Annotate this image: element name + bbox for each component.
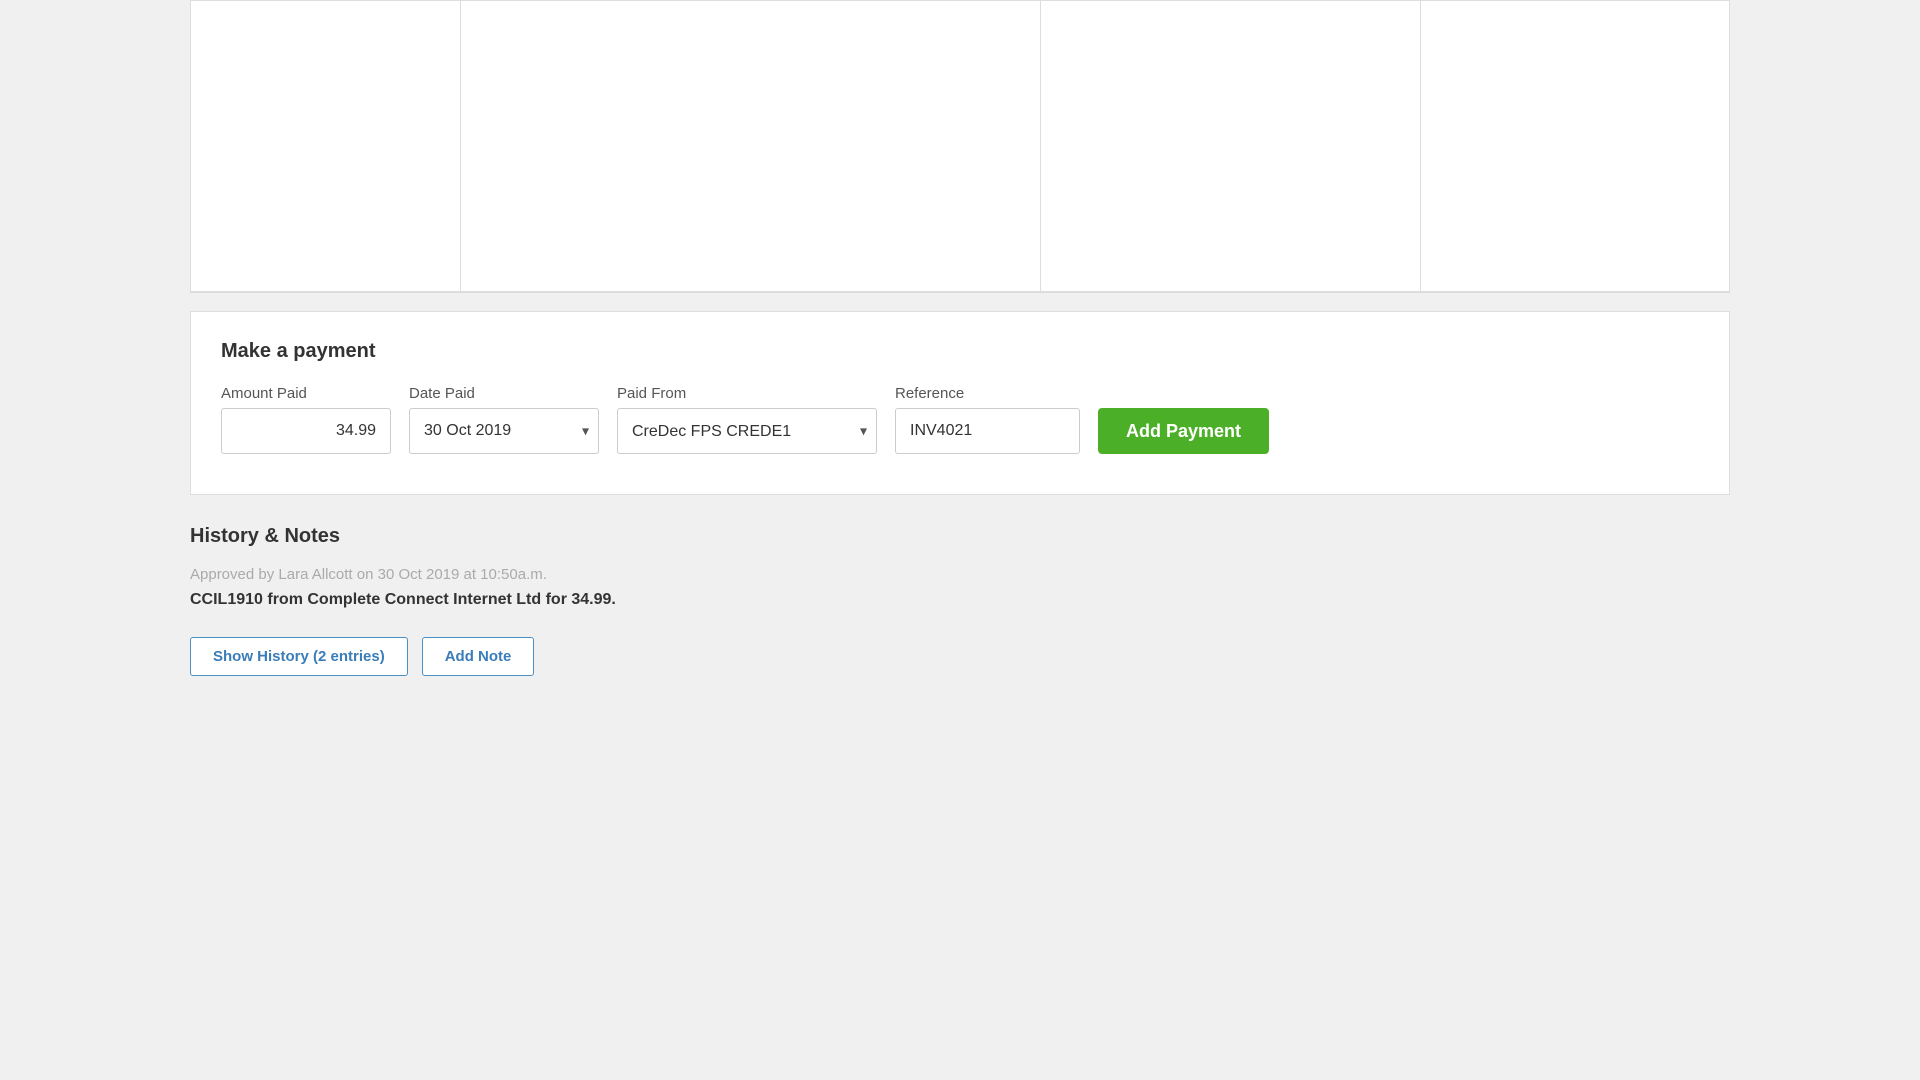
page-wrapper: Make a payment Amount Paid Date Paid ▾ P… (0, 0, 1920, 1080)
amount-paid-input[interactable] (221, 408, 391, 454)
date-picker-wrapper: ▾ (409, 408, 599, 454)
table-cell-1 (191, 1, 461, 291)
paid-from-select-wrapper: CreDec FPS CREDE1 ▾ (617, 408, 877, 454)
history-main-text: CCIL1910 from Complete Connect Internet … (190, 591, 1730, 609)
date-paid-group: Date Paid ▾ (409, 385, 599, 454)
payment-section-title: Make a payment (221, 340, 1699, 363)
amount-paid-group: Amount Paid (221, 385, 391, 454)
paid-from-label: Paid From (617, 385, 877, 402)
add-payment-button[interactable]: Add Payment (1098, 408, 1269, 454)
table-cell-4 (1421, 1, 1831, 291)
date-paid-label: Date Paid (409, 385, 599, 402)
payment-section: Make a payment Amount Paid Date Paid ▾ P… (190, 311, 1730, 495)
date-paid-input[interactable] (409, 408, 599, 454)
show-history-button[interactable]: Show History (2 entries) (190, 637, 408, 676)
paid-from-group: Paid From CreDec FPS CREDE1 ▾ (617, 385, 877, 454)
table-cell-2 (461, 1, 1041, 291)
history-approval-note: Approved by Lara Allcott on 30 Oct 2019 … (190, 566, 1730, 583)
reference-group: Reference (895, 385, 1080, 454)
table-row (191, 1, 1729, 292)
paid-from-select[interactable]: CreDec FPS CREDE1 (617, 408, 877, 454)
table-cell-3 (1041, 1, 1421, 291)
add-note-button[interactable]: Add Note (422, 637, 535, 676)
payment-form: Amount Paid Date Paid ▾ Paid From CreDec… (221, 385, 1699, 454)
reference-input[interactable] (895, 408, 1080, 454)
amount-paid-label: Amount Paid (221, 385, 391, 402)
history-buttons: Show History (2 entries) Add Note (190, 637, 1730, 676)
history-section-title: History & Notes (190, 525, 1730, 548)
history-section: History & Notes Approved by Lara Allcott… (190, 525, 1730, 676)
top-table (190, 0, 1730, 293)
reference-label: Reference (895, 385, 1080, 402)
